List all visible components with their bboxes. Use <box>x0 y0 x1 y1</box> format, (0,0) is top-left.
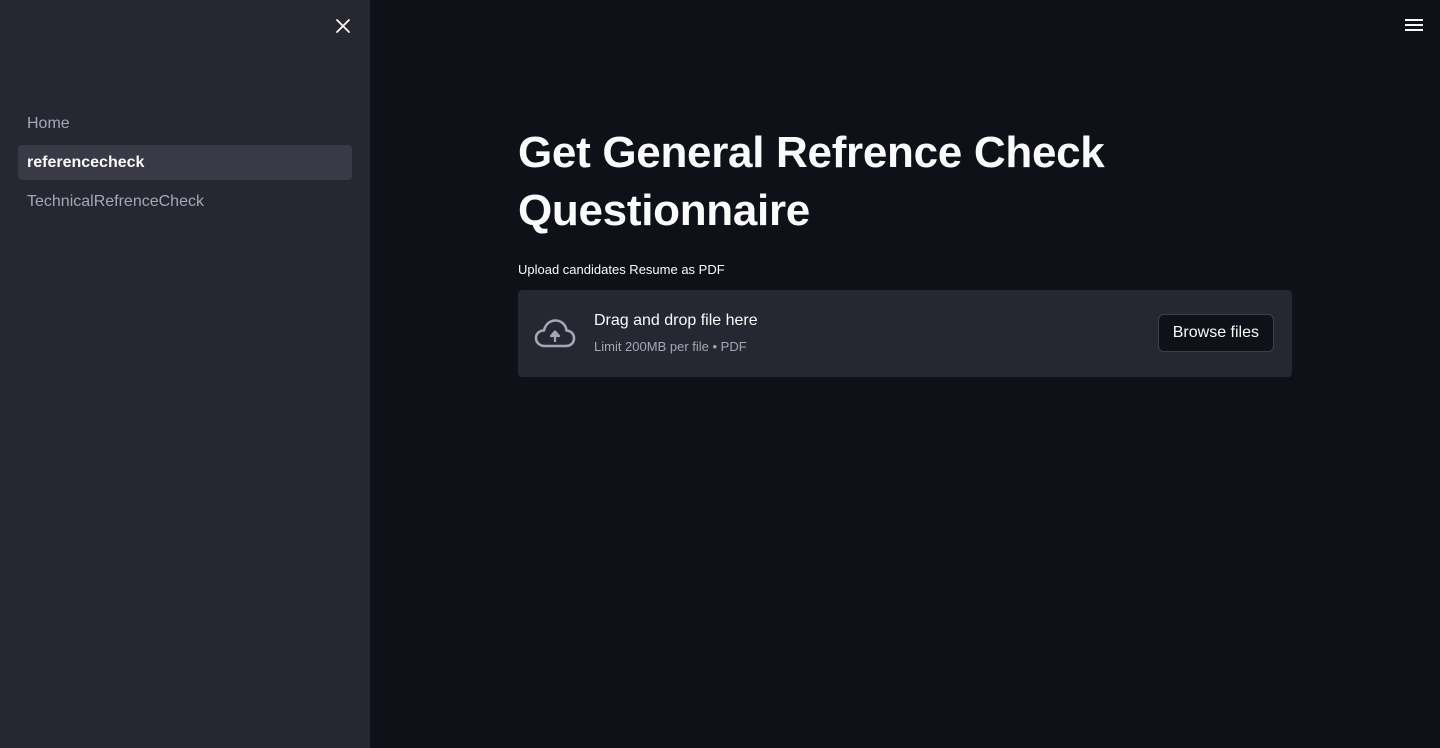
close-icon[interactable] <box>331 14 355 38</box>
dropzone-limit-text: Limit 200MB per file • PDF <box>594 339 747 354</box>
cloud-upload-icon <box>534 314 576 354</box>
page-title-line-2: Questionnaire <box>518 186 810 235</box>
sidebar-item-referencecheck[interactable]: referencecheck <box>18 145 352 180</box>
sidebar-item-home[interactable]: Home <box>18 106 352 141</box>
file-dropzone[interactable]: Drag and drop file here Limit 200MB per … <box>518 290 1292 377</box>
page-title: Get General Refrence Check Questionnaire <box>518 124 1292 240</box>
uploader-label: Upload candidates Resume as PDF <box>518 262 725 277</box>
dropzone-primary-text: Drag and drop file here <box>594 312 758 329</box>
sidebar-item-label: Home <box>27 114 70 132</box>
hamburger-menu-icon[interactable] <box>1402 13 1426 37</box>
browse-files-button[interactable]: Browse files <box>1157 314 1274 352</box>
sidebar: Home referencecheck TechnicalRefrenceChe… <box>0 0 370 748</box>
sidebar-item-label: referencecheck <box>27 153 145 171</box>
sidebar-nav: Home referencecheck TechnicalRefrenceChe… <box>18 106 352 223</box>
main-content: Get General Refrence Check Questionnaire… <box>518 124 1292 377</box>
sidebar-item-technicalrefrencecheck[interactable]: TechnicalRefrenceCheck <box>18 184 352 219</box>
sidebar-item-label: TechnicalRefrenceCheck <box>27 192 204 210</box>
dropzone-instructions: Drag and drop file here Limit 200MB per … <box>594 310 758 355</box>
page-title-line-1: Get General Refrence Check <box>518 128 1105 177</box>
app-root: Home referencecheck TechnicalRefrenceChe… <box>0 0 1440 748</box>
